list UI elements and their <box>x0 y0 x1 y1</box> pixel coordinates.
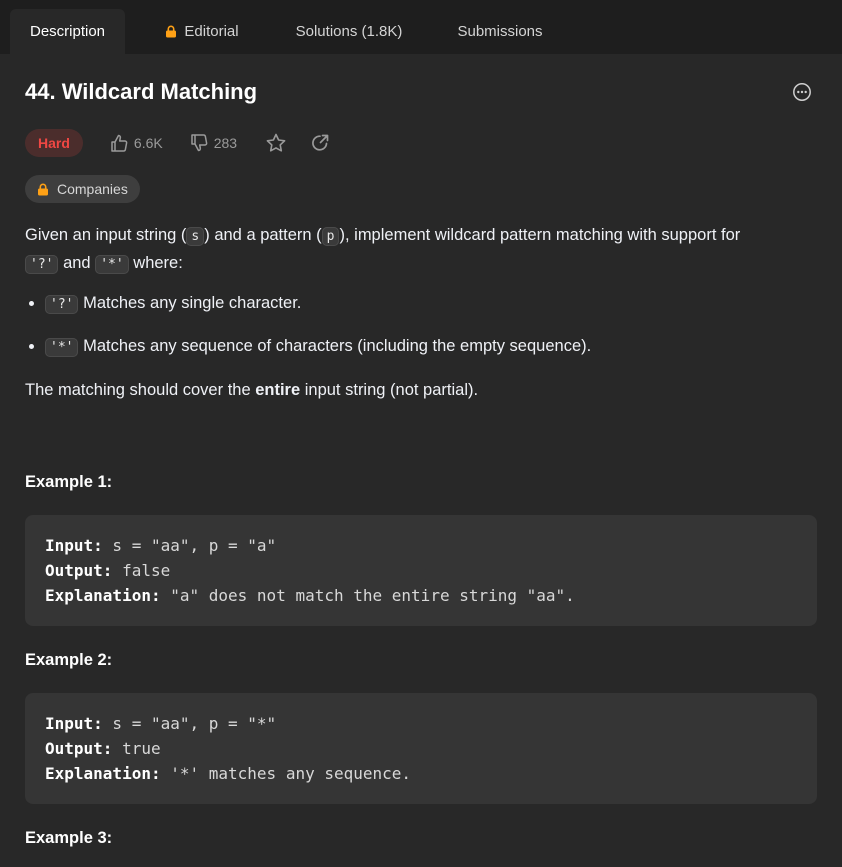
tab-solutions[interactable]: Solutions (1.8K) <box>282 9 416 54</box>
output-value: true <box>112 739 161 758</box>
code-question: '?' <box>25 255 59 274</box>
example-2-title: Example 2: <box>25 651 113 669</box>
matching-note: The matching should cover the entire inp… <box>25 377 817 403</box>
companies-button[interactable]: Companies <box>25 175 140 203</box>
note-bold: entire <box>255 381 301 399</box>
tab-submissions[interactable]: Submissions <box>444 9 556 54</box>
dislike-button[interactable]: 283 <box>189 133 237 153</box>
problem-title: 44. Wildcard Matching <box>25 79 258 104</box>
explanation-label: Explanation: <box>45 586 161 605</box>
output-label: Output: <box>45 739 113 758</box>
more-options-icon[interactable] <box>791 81 813 103</box>
problem-description: Given an input string (s) and a pattern … <box>25 222 817 278</box>
like-count: 6.6K <box>133 135 163 151</box>
example-2-block: Input: s = "aa", p = "*" Output: true Ex… <box>25 693 817 804</box>
desc-text: ), implement wildcard pattern matching w… <box>339 226 741 244</box>
desc-text: Given an input string ( <box>25 226 187 244</box>
tab-submissions-label: Submissions <box>457 23 543 40</box>
code-p: p <box>321 227 340 246</box>
note-text: input string (not partial). <box>300 381 479 399</box>
input-value: s = "aa", p = "a" <box>102 536 277 555</box>
code-s: s <box>186 227 205 246</box>
list-item: '?' Matches any single character. <box>45 290 817 318</box>
tab-description-label: Description <box>29 23 106 40</box>
explanation-value: '*' matches any sequence. <box>160 764 412 783</box>
lock-icon <box>37 183 49 196</box>
thumbs-up-icon <box>111 134 128 152</box>
thumbs-down-icon <box>190 134 208 152</box>
desc-text: and <box>63 254 91 272</box>
like-button[interactable]: 6.6K <box>109 133 163 153</box>
tab-solutions-label: Solutions (1.8K) <box>295 23 403 40</box>
desc-text: ) and a pattern ( <box>204 226 322 244</box>
bullet-code: '*' <box>45 338 79 357</box>
bullet-text: Matches any sequence of characters (incl… <box>83 337 592 355</box>
bullet-text: Matches any single character. <box>83 294 302 312</box>
title-row: 44. Wildcard Matching <box>25 54 817 130</box>
list-item: '*' Matches any sequence of characters (… <box>45 333 817 361</box>
bullet-code: '?' <box>45 295 79 314</box>
lock-icon <box>165 25 177 38</box>
tab-editorial[interactable]: Editorial <box>148 9 256 54</box>
example-3-title: Example 3: <box>25 829 113 847</box>
input-value: s = "aa", p = "*" <box>102 714 277 733</box>
output-value: false <box>112 561 171 580</box>
companies-label: Companies <box>57 181 128 197</box>
problem-content: 44. Wildcard Matching Hard 6.6K 283 Comp… <box>0 54 842 851</box>
problem-meta: Hard 6.6K 283 <box>25 128 817 158</box>
example-1-block: Input: s = "aa", p = "a" Output: false E… <box>25 515 817 626</box>
explanation-value: "a" does not match the entire string "aa… <box>160 586 575 605</box>
share-icon[interactable] <box>309 132 331 154</box>
tab-bar: Description Editorial Solutions (1.8K) S… <box>0 0 842 54</box>
tab-description[interactable]: Description <box>10 9 125 54</box>
difficulty-badge: Hard <box>25 129 83 157</box>
wildcard-list: '?' Matches any single character. '*' Ma… <box>25 290 817 361</box>
example-1-title: Example 1: <box>25 473 113 491</box>
favorite-star-icon[interactable] <box>265 132 287 154</box>
input-label: Input: <box>45 714 103 733</box>
tab-editorial-label: Editorial <box>184 23 239 40</box>
input-label: Input: <box>45 536 103 555</box>
dislike-count: 283 <box>213 135 238 151</box>
desc-text: where: <box>133 254 183 272</box>
explanation-label: Explanation: <box>45 764 161 783</box>
code-star: '*' <box>95 255 129 274</box>
output-label: Output: <box>45 561 113 580</box>
note-text: The matching should cover the <box>25 381 256 399</box>
